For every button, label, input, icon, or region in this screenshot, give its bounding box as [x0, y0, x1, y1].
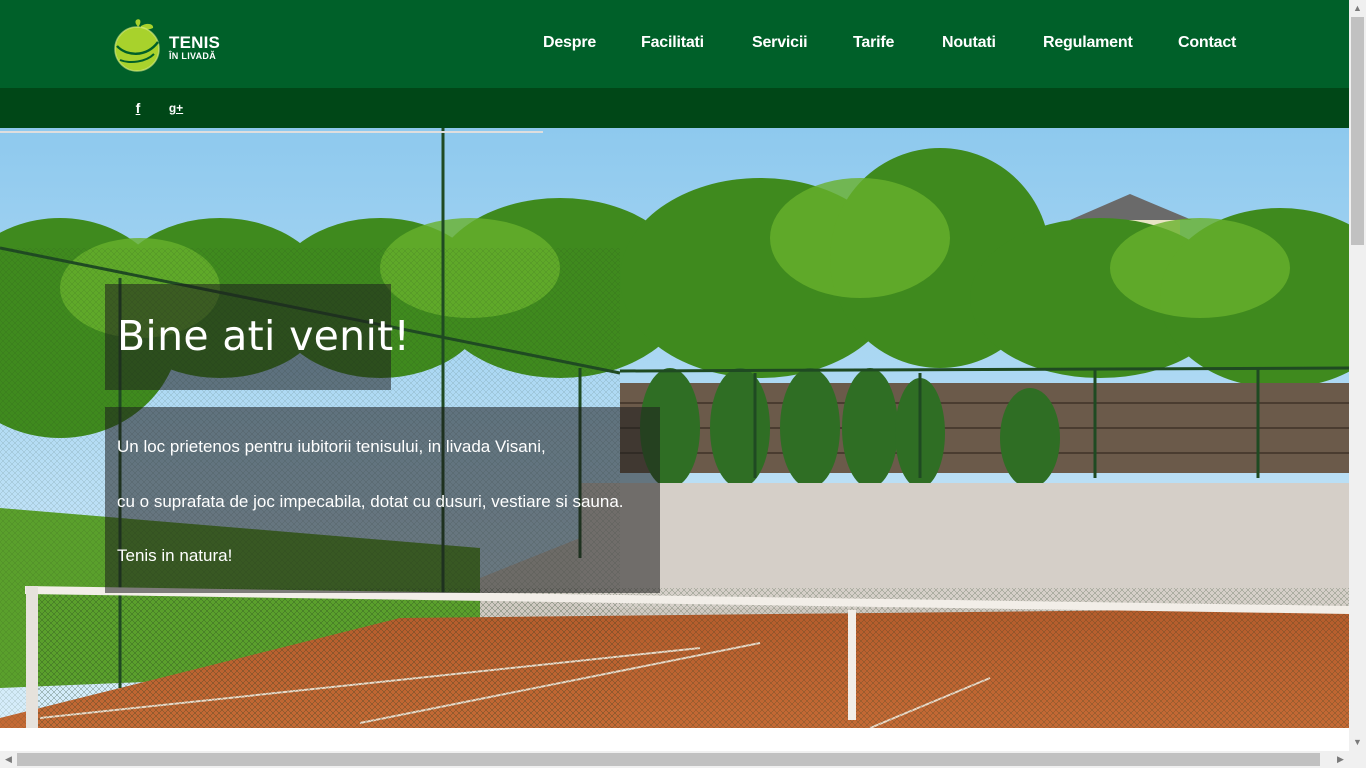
welcome-line-3: Tenis in natura! [117, 546, 233, 565]
header: TENIS ÎN LIVADĂ Despre Facilitati Servic… [0, 0, 1349, 88]
nav-item-noutati[interactable]: Noutati [942, 34, 996, 52]
logo[interactable]: TENIS ÎN LIVADĂ [114, 18, 224, 72]
facebook-glyph: f [135, 100, 141, 116]
scroll-right-arrow-icon[interactable]: ▶ [1332, 751, 1349, 768]
logo-text: TENIS ÎN LIVADĂ [169, 33, 221, 61]
welcome-line-2: cu o suprafata de joc impecabila, dotat … [117, 492, 624, 511]
hero-banner: Bine ati venit! Un loc prietenos pentru … [0, 128, 1349, 728]
nav-item-tarife[interactable]: Tarife [853, 34, 894, 52]
nav-item-contact[interactable]: Contact [1178, 34, 1236, 52]
logo-line2: ÎN LIVADĂ [169, 51, 217, 61]
logo-line1: TENIS [169, 33, 221, 52]
nav-item-despre[interactable]: Despre [543, 34, 596, 52]
nav-item-servicii[interactable]: Servicii [752, 34, 808, 52]
welcome-title: Bine ati venit! [117, 312, 411, 360]
google-plus-icon[interactable]: g+ [168, 100, 184, 116]
welcome-title-box: Bine ati venit! [105, 284, 410, 390]
scroll-up-arrow-icon[interactable]: ▲ [1349, 0, 1366, 17]
social-bar [0, 88, 1349, 128]
page: TENIS ÎN LIVADĂ Despre Facilitati Servic… [0, 0, 1349, 751]
apple-logo-icon [114, 19, 160, 72]
scroll-left-arrow-icon[interactable]: ◀ [0, 751, 17, 768]
welcome-text-box: Un loc prietenos pentru iubitorii tenisu… [105, 407, 660, 593]
scroll-down-arrow-icon[interactable]: ▼ [1349, 734, 1366, 751]
nav-item-regulament[interactable]: Regulament [1043, 34, 1133, 52]
horizontal-scroll-thumb[interactable] [17, 753, 1320, 766]
vertical-scroll-thumb[interactable] [1351, 17, 1364, 245]
facebook-icon[interactable]: f [130, 100, 146, 116]
google-plus-glyph: g+ [168, 101, 184, 115]
welcome-line-1: Un loc prietenos pentru iubitorii tenisu… [117, 437, 546, 456]
nav-item-facilitati[interactable]: Facilitati [641, 34, 704, 52]
